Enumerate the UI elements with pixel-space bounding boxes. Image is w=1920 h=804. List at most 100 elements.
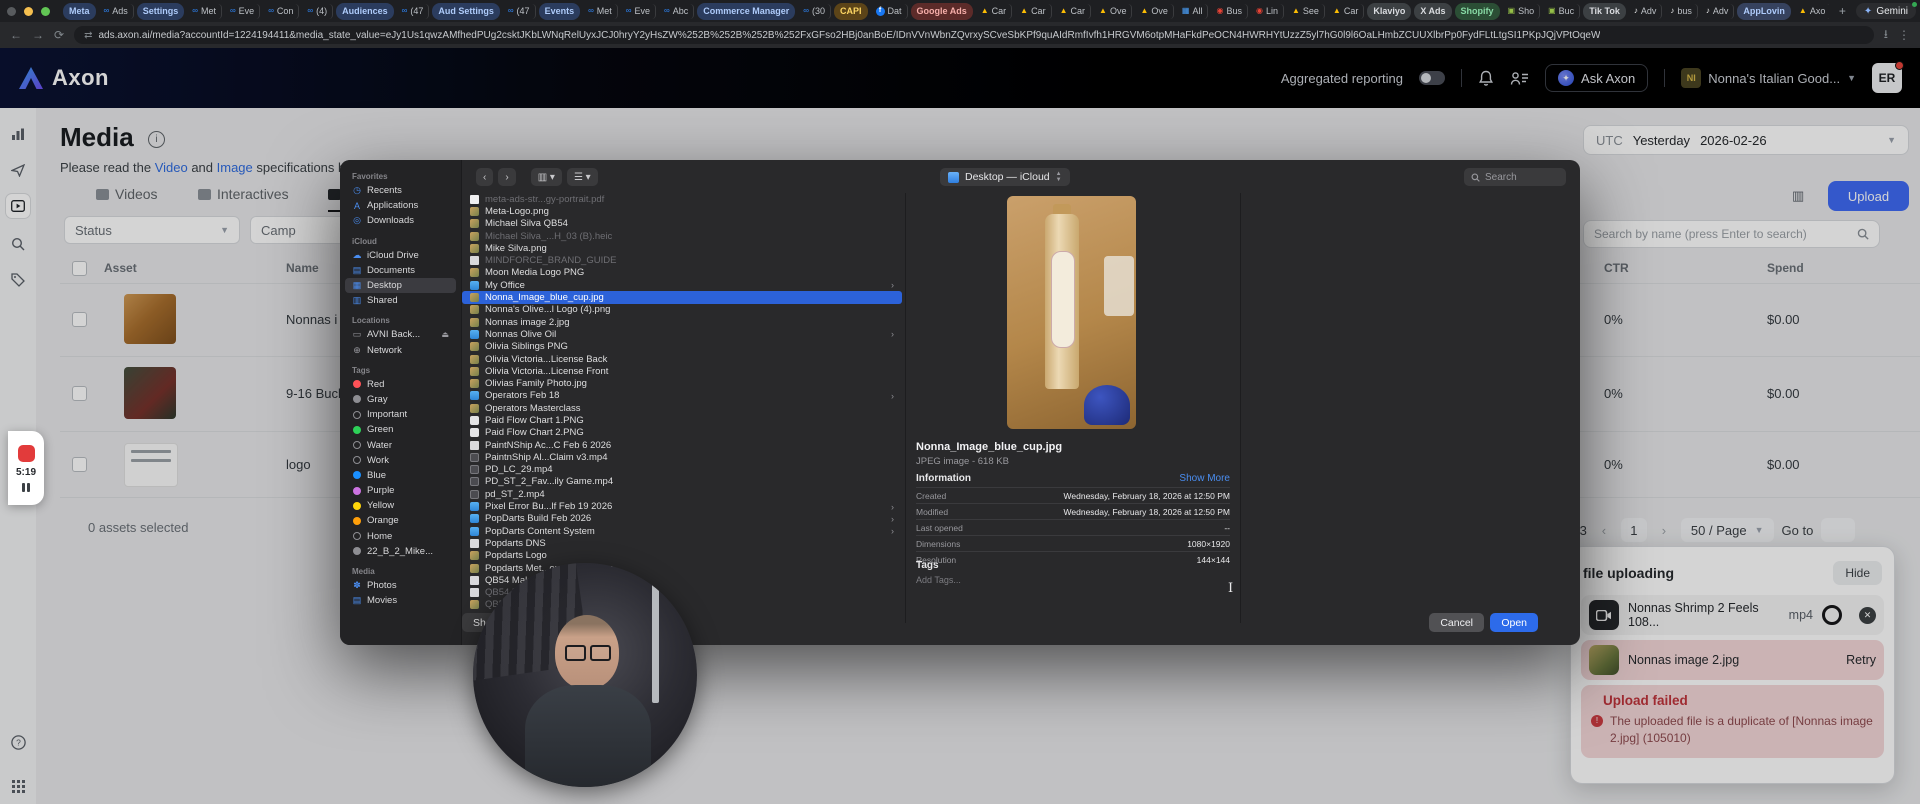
browser-tab[interactable]: ∞Con — [263, 4, 299, 19]
browser-tab[interactable]: ∞(4) — [302, 4, 333, 19]
browser-tab[interactable]: ▦All — [1177, 4, 1209, 19]
file-row[interactable]: meta-ads-str...gy-portrait.pdf — [462, 193, 902, 205]
file-row[interactable]: PD_ST_2_Fav...ily Game.mp4 — [462, 476, 902, 488]
dialog-sidebar-item-water[interactable]: Water — [345, 437, 456, 452]
browser-tab[interactable]: ▲See — [1287, 4, 1325, 19]
browser-tab[interactable]: ▲Axo — [1794, 4, 1829, 19]
browser-tab[interactable]: Klaviyo — [1367, 3, 1411, 20]
forward-icon[interactable]: → — [32, 28, 44, 42]
browser-tab[interactable]: Settings — [137, 3, 185, 20]
file-row[interactable]: MINDFORCE_BRAND_GUIDE — [462, 254, 902, 266]
dialog-sidebar-item-orange[interactable]: Orange — [345, 513, 456, 528]
dialog-sidebar-item-green[interactable]: Green — [345, 422, 456, 437]
dialog-sidebar-item-desktop[interactable]: ▦Desktop — [345, 278, 456, 293]
gemini-button[interactable]: ✦ Gemini — [1856, 3, 1916, 19]
browser-tab[interactable]: Google Ads — [911, 3, 973, 20]
file-row[interactable]: My Office› — [462, 279, 902, 291]
file-row-selected[interactable]: Nonna_Image_blue_cup.jpg — [462, 291, 902, 303]
forward-icon[interactable]: › — [498, 168, 515, 186]
back-icon[interactable]: ← — [10, 28, 22, 42]
file-row[interactable]: Nonna's Olive...l Logo (4).png — [462, 304, 902, 316]
traffic-light-minimize[interactable] — [24, 7, 33, 16]
file-row[interactable]: Popdarts DNS — [462, 537, 902, 549]
browser-tab[interactable]: ◉Lin — [1251, 4, 1284, 19]
dialog-sidebar-item-red[interactable]: Red — [345, 377, 456, 392]
dialog-sidebar-item-purple[interactable]: Purple — [345, 483, 456, 498]
file-row[interactable]: PaintnShip Al...Claim v3.mp4 — [462, 451, 902, 463]
file-row[interactable]: Nonnas Olive Oil› — [462, 328, 902, 340]
browser-tab[interactable]: ∞(47 — [397, 4, 430, 19]
dialog-sidebar-item-important[interactable]: Important — [345, 407, 456, 422]
browser-tab[interactable]: X Ads — [1414, 3, 1451, 20]
column-view-icon[interactable]: ▥ ▾ — [531, 168, 562, 186]
browser-tab[interactable]: ∞Ads — [99, 4, 134, 19]
file-row[interactable]: Popdarts Logo — [462, 550, 902, 562]
traffic-light-close[interactable] — [7, 7, 16, 16]
download-icon[interactable]: ⭳ — [1884, 25, 1888, 46]
browser-tab[interactable]: Aud Settings — [432, 3, 500, 20]
browser-tab[interactable]: ▲Car — [1328, 4, 1364, 19]
browser-tab[interactable]: Meta — [63, 3, 96, 20]
open-button[interactable]: Open — [1490, 613, 1538, 632]
location-dropdown[interactable]: Desktop — iCloud ▲▼ — [940, 168, 1070, 186]
browser-tab[interactable]: ∞Eve — [225, 4, 260, 19]
dialog-sidebar-item-network[interactable]: ⊕Network — [345, 343, 456, 358]
file-row[interactable]: Operators Masterclass — [462, 402, 902, 414]
dialog-sidebar-item-22-b-2-mike-[interactable]: 22_B_2_Mike... — [345, 544, 456, 559]
eject-icon[interactable]: ⏏ — [441, 330, 449, 339]
browser-tab[interactable]: Shopify — [1455, 3, 1500, 20]
pause-recording-button[interactable] — [22, 483, 30, 492]
reload-icon[interactable]: ⟳ — [54, 28, 64, 42]
browser-tab[interactable]: ∞(47 — [503, 4, 536, 19]
dialog-sidebar-item-avni-back-[interactable]: ▭AVNI Back...⏏ — [345, 327, 456, 342]
browser-tab[interactable]: ♪Adv — [1629, 4, 1663, 19]
dialog-sidebar-item-gray[interactable]: Gray — [345, 392, 456, 407]
file-row[interactable]: Meta-Logo.png — [462, 205, 902, 217]
browser-tab[interactable]: ◉Bus — [1211, 4, 1248, 19]
file-row[interactable]: PopDarts Content System› — [462, 525, 902, 537]
new-tab-button[interactable]: + — [1831, 4, 1854, 18]
stop-recording-button[interactable] — [18, 445, 35, 462]
dialog-sidebar-item-documents[interactable]: ▤Documents — [345, 263, 456, 278]
show-more-link[interactable]: Show More — [1179, 473, 1230, 484]
file-row[interactable]: Moon Media Logo PNG — [462, 267, 902, 279]
file-row[interactable]: Olivia Victoria...License Back — [462, 353, 902, 365]
browser-tab[interactable]: ∞(30 — [798, 4, 831, 19]
browser-tab[interactable]: Events — [539, 3, 581, 20]
menu-icon[interactable]: ⋮ — [1898, 28, 1910, 42]
file-row[interactable]: Paid Flow Chart 1.PNG — [462, 414, 902, 426]
dialog-sidebar-item-work[interactable]: Work — [345, 453, 456, 468]
browser-tab[interactable]: ▣Buc — [1543, 4, 1580, 19]
browser-tab[interactable]: ▲Ove — [1135, 4, 1173, 19]
file-row[interactable]: pd_ST_2.mp4 — [462, 488, 902, 500]
browser-tab[interactable]: ▲Car — [976, 4, 1012, 19]
file-row[interactable]: Nonnas image 2.jpg — [462, 316, 902, 328]
dialog-sidebar-item-blue[interactable]: Blue — [345, 468, 456, 483]
file-row[interactable]: Operators Feb 18› — [462, 390, 902, 402]
file-row[interactable]: Pixel Error Bu...lf Feb 19 2026› — [462, 500, 902, 512]
file-row[interactable]: PaintNShip Ac...C Feb 6 2026 — [462, 439, 902, 451]
group-view-icon[interactable]: ☰ ▾ — [567, 168, 598, 186]
browser-tab[interactable]: ♪bus — [1665, 4, 1698, 19]
dialog-sidebar-item-shared[interactable]: ▥Shared — [345, 293, 456, 308]
traffic-light-zoom[interactable] — [41, 7, 50, 16]
dialog-sidebar-item-photos[interactable]: ✽Photos — [345, 578, 456, 593]
browser-tab[interactable]: ▣Sho — [1503, 4, 1541, 19]
file-row[interactable]: Olivias Family Photo.jpg — [462, 377, 902, 389]
browser-tab[interactable]: ∞Abc — [659, 4, 694, 19]
browser-tab[interactable]: AppLovin — [1737, 3, 1791, 20]
browser-tab[interactable]: ∞Eve — [621, 4, 656, 19]
file-row[interactable]: Olivia Siblings PNG — [462, 341, 902, 353]
file-row[interactable]: PopDarts Build Feb 2026› — [462, 513, 902, 525]
back-icon[interactable]: ‹ — [476, 168, 493, 186]
browser-tab[interactable]: ▲Ove — [1094, 4, 1132, 19]
file-row[interactable]: Olivia Victoria...License Front — [462, 365, 902, 377]
dialog-search-field[interactable]: Search — [1464, 168, 1566, 186]
file-row[interactable]: Michael Silva_...H_03 (B).heic — [462, 230, 902, 242]
dialog-sidebar-item-movies[interactable]: ▤Movies — [345, 593, 456, 608]
add-tags-field[interactable]: Add Tags... — [916, 575, 961, 585]
dialog-sidebar-item-home[interactable]: Home — [345, 529, 456, 544]
browser-tab[interactable]: CAPI — [834, 3, 868, 20]
browser-tab[interactable]: Commerce Manager — [697, 3, 795, 20]
file-row[interactable]: Mike Silva.png — [462, 242, 902, 254]
